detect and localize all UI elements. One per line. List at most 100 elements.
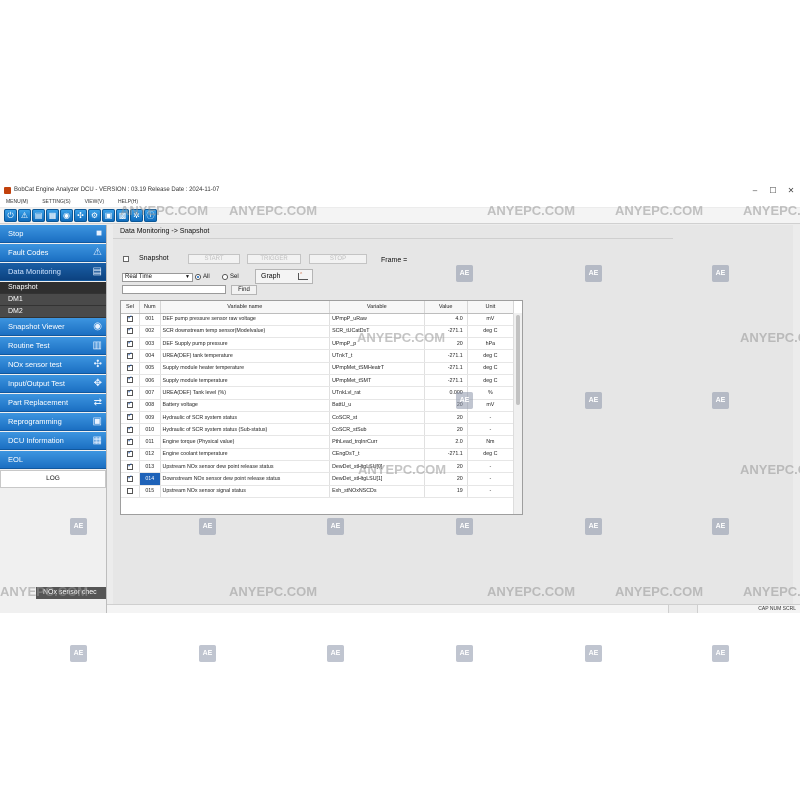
table-row[interactable]: 006Supply module temperatureUPmpMet_tSMT… [121, 374, 515, 388]
column-header-variable-name[interactable]: Variable name [160, 301, 331, 314]
sidebar-item-data-monitoring[interactable]: Data Monitoring ▤ [0, 263, 106, 281]
sidebar-item-dcu-information[interactable]: DCU Information ▦ [0, 432, 106, 450]
row-select-checkbox[interactable] [126, 474, 133, 482]
row-checkbox-cell [121, 399, 140, 412]
table-row[interactable]: 013Upstream NOx sensor dew point release… [121, 460, 515, 474]
snapshot-checkbox[interactable] [123, 255, 129, 262]
stop-button[interactable]: STOP [309, 254, 367, 264]
menu-item-menu[interactable]: MENU(M) [6, 199, 28, 205]
sidebar-subitem-snapshot[interactable]: Snapshot [0, 282, 106, 294]
close-button[interactable]: ✕ [782, 186, 800, 195]
table-row[interactable]: 012Engine coolant temperatureCEngDsT_t-2… [121, 448, 515, 462]
ecu-icon[interactable]: ▣ [102, 209, 115, 222]
find-button[interactable]: Find [231, 285, 257, 295]
sidebar-item-label: Fault Codes [8, 248, 49, 257]
row-select-checkbox[interactable] [126, 462, 133, 470]
menu-bar: MENU(M) SETTING(S) VIEW(V) HELP(H) [0, 197, 800, 207]
sidebar-item-stop[interactable]: Stop ■ [0, 225, 106, 243]
warning-icon[interactable]: ⚠ [18, 209, 31, 222]
row-select-checkbox[interactable] [126, 375, 133, 384]
sidebar-item-input-output-test[interactable]: Input/Output Test ✥ [0, 375, 106, 393]
row-value: -271.1 [424, 448, 468, 462]
menu-item-view[interactable]: VIEW(V) [85, 199, 104, 205]
row-variable-name: Downstream NOx sensor dew point release … [160, 472, 331, 486]
watermark-logo-icon: AE [585, 645, 602, 662]
menu-item-setting[interactable]: SETTING(S) [42, 199, 70, 205]
power-icon[interactable]: ⏻ [4, 209, 17, 222]
table-row[interactable]: 001DEF pump pressure sensor raw voltageU… [121, 313, 515, 326]
row-value: -271.1 [424, 362, 468, 375]
sidebar-item-eol[interactable]: EOL [0, 451, 106, 469]
cpu-icon[interactable]: ▩ [116, 209, 129, 222]
row-num: 004 [139, 349, 161, 363]
maximize-button[interactable]: ☐ [764, 186, 782, 195]
graph-button[interactable]: Graph ⌃ [255, 269, 313, 284]
sidebar-item-snapshot-viewer[interactable]: Snapshot Viewer ◉ [0, 318, 106, 336]
vertical-scrollbar[interactable] [513, 313, 522, 514]
column-header-sel[interactable]: Sel [121, 301, 140, 314]
column-header-num[interactable]: Num [139, 301, 161, 314]
row-select-checkbox[interactable] [126, 339, 133, 347]
row-select-checkbox[interactable] [126, 449, 133, 458]
info-icon[interactable]: ⓘ [144, 209, 157, 222]
row-select-checkbox[interactable] [126, 314, 133, 322]
row-variable-name: Upstream NOx sensor dew point release st… [160, 460, 331, 474]
row-select-checkbox[interactable] [126, 425, 133, 433]
row-value: 0.000 [424, 386, 468, 400]
table-row[interactable]: 010Hydraulic of SCR system status (Sub-s… [121, 423, 515, 437]
gear-icon[interactable]: ✲ [130, 209, 143, 222]
log-button[interactable]: LOG [0, 470, 106, 488]
row-select-checkbox[interactable] [126, 363, 133, 372]
radio-all[interactable]: All [195, 274, 210, 280]
table-row[interactable]: 011Engine torque (Physical value)PthLead… [121, 435, 515, 449]
row-select-checkbox[interactable] [126, 400, 133, 409]
trigger-button[interactable]: TRIGGER [247, 254, 301, 264]
menu-item-help[interactable]: HELP(H) [118, 199, 138, 205]
table-row[interactable]: 003DEF Supply pump pressureUPmpP_p20hPa [121, 337, 515, 351]
search-input[interactable] [122, 285, 226, 294]
watermark-logo-icon: AE [712, 645, 729, 662]
scrollbar-thumb[interactable] [516, 315, 520, 405]
sidebar-item-fault-codes[interactable]: Fault Codes ⚠ [0, 244, 106, 262]
table-row[interactable]: 015 Upstream NOx sensor signal status Exh_… [121, 485, 515, 498]
row-select-checkbox[interactable] [126, 488, 133, 495]
app-window: BobCat Engine Analyzer DCU - VERSION : 0… [0, 183, 800, 613]
row-select-checkbox[interactable] [126, 326, 133, 335]
row-value: 20 [424, 399, 468, 412]
sidebar-subitem-dm2[interactable]: DM2 [0, 306, 106, 318]
column-header-unit[interactable]: Unit [467, 301, 515, 314]
row-unit: - [467, 423, 515, 437]
row-variable: UPmpMet_tSMT [329, 374, 425, 388]
sidebar-item-part-replacement[interactable]: Part Replacement ⇄ [0, 394, 106, 412]
mode-select[interactable]: Real Time ▼ [122, 273, 193, 282]
start-button[interactable]: START [188, 254, 240, 264]
radio-sel-dot [222, 274, 228, 280]
column-header-variable[interactable]: Variable [329, 301, 425, 314]
monitor-icon[interactable]: ▤ [32, 209, 45, 222]
row-checkbox-cell [121, 423, 140, 437]
row-select-checkbox[interactable] [126, 412, 133, 421]
row-select-checkbox[interactable] [126, 437, 133, 445]
table-row[interactable]: 007UREA(DEF) Tank level (%)UTnkLvl_rat0.… [121, 386, 515, 400]
table-row[interactable]: 014Downstream NOx sensor dew point relea… [121, 472, 515, 486]
watermark-logo-icon: AE [456, 645, 473, 662]
minimize-button[interactable]: – [746, 186, 764, 195]
settings-icon[interactable]: ⚙ [88, 209, 101, 222]
table-row[interactable]: 005Supply module heater temperatureUPmpM… [121, 362, 515, 375]
table-row[interactable]: 009Hydraulic of SCR system statusCoSCR_s… [121, 411, 515, 425]
column-header-value[interactable]: Value [424, 301, 468, 314]
sidebar-item-nox-sensor-test[interactable]: NOx sensor test ✣ [0, 356, 106, 374]
sidebar-item-routine-test[interactable]: Routine Test ▥ [0, 337, 106, 355]
table-row[interactable]: 008Battery voltageBattU_u20mV [121, 399, 515, 412]
network-icon[interactable]: ✣ [74, 209, 87, 222]
radio-sel[interactable]: Sel [222, 274, 239, 280]
document-icon[interactable]: ▦ [46, 209, 59, 222]
sidebar-subitem-dm1[interactable]: DM1 [0, 294, 106, 306]
row-select-checkbox[interactable] [126, 351, 133, 359]
row-select-checkbox[interactable] [126, 388, 133, 396]
sidebar-item-reprogramming[interactable]: Reprogramming ▣ [0, 413, 106, 431]
camera-icon[interactable]: ◉ [60, 209, 73, 222]
table-row[interactable]: 004UREA(DEF) tank temperatureUTnkT_t-271… [121, 349, 515, 363]
row-variable-name: DEF pump pressure sensor raw voltage [160, 313, 331, 326]
table-row[interactable]: 002SCR downstream temp sensor(Modelvalue… [121, 325, 515, 339]
